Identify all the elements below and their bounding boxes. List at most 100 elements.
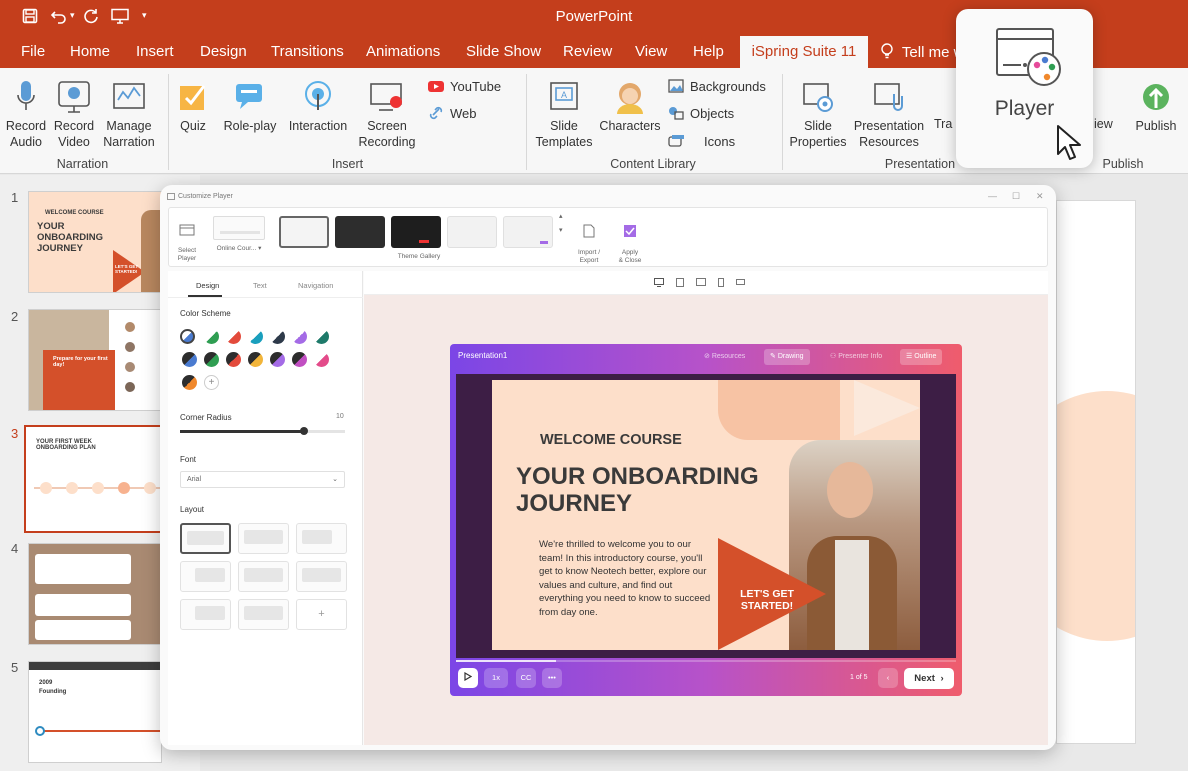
web-button[interactable]: Web [428, 106, 477, 121]
slide-thumbnail-5[interactable]: 2009 Founding [28, 661, 162, 763]
import-export-button[interactable]: Import / Export [569, 216, 609, 265]
tab-navigation[interactable]: Navigation [298, 281, 333, 290]
previous-button[interactable]: ‹ [878, 668, 898, 688]
theme-light-gray[interactable] [447, 216, 497, 248]
slide-canvas[interactable] [1056, 200, 1136, 744]
theme-scroll-down-icon[interactable]: ▾ [559, 226, 563, 234]
tablet-portrait-icon[interactable] [676, 278, 684, 289]
transitions-button[interactable]: Tra [934, 116, 956, 132]
layout-option-selected[interactable] [180, 523, 231, 554]
player-tab-presenter-info[interactable]: ⚇ Presenter Info [824, 349, 888, 365]
player-tab-resources[interactable]: ⊘ Resources [698, 349, 751, 365]
color-scheme-swatch[interactable] [314, 329, 329, 344]
color-scheme-swatch[interactable] [204, 329, 219, 344]
color-scheme-swatch[interactable] [270, 329, 285, 344]
menu-transitions[interactable]: Transitions [271, 43, 344, 60]
quiz-button[interactable]: Quiz [174, 80, 212, 134]
menu-ispring-suite[interactable]: iSpring Suite 11 [740, 36, 868, 68]
interaction-button[interactable]: Interaction [286, 80, 350, 134]
characters-button[interactable]: Characters [598, 80, 662, 134]
youtube-button[interactable]: YouTube [428, 79, 501, 94]
slide-thumbnail-3-selected[interactable]: YOUR FIRST WEEK ONBOARDING PLAN [24, 425, 162, 533]
apply-close-button[interactable]: Apply & Close [613, 216, 647, 265]
color-scheme-swatch[interactable] [314, 352, 329, 367]
icons-button[interactable]: Icons [668, 134, 735, 149]
color-scheme-swatch[interactable] [226, 329, 241, 344]
color-scheme-swatch[interactable] [270, 352, 285, 367]
color-scheme-swatch[interactable] [248, 329, 263, 344]
menu-help[interactable]: Help [693, 43, 724, 60]
desktop-view-icon[interactable] [654, 278, 664, 289]
record-audio-button[interactable]: Record Audio [4, 80, 48, 150]
layout-option[interactable] [238, 523, 289, 554]
minimize-icon[interactable]: — [988, 191, 997, 201]
menu-home[interactable]: Home [70, 43, 110, 60]
layout-option[interactable] [296, 523, 347, 554]
color-scheme-swatch[interactable] [182, 375, 197, 390]
objects-button[interactable]: Objects [668, 106, 734, 121]
maximize-icon[interactable]: ☐ [1012, 191, 1020, 202]
menu-animations[interactable]: Animations [366, 43, 440, 60]
theme-light-purple[interactable] [503, 216, 553, 248]
layout-option[interactable] [238, 561, 289, 592]
record-video-button[interactable]: Record Video [52, 80, 96, 150]
player-progress-track[interactable] [456, 660, 956, 662]
select-player-button[interactable]: Select Player [173, 216, 201, 263]
add-color-scheme-button[interactable]: + [204, 375, 219, 390]
slide-cta[interactable]: LET'S GET STARTED! [732, 588, 802, 612]
captions-button[interactable]: CC [516, 668, 536, 688]
manage-narration-button[interactable]: Manage Narration [102, 80, 156, 150]
theme-scroll-up-icon[interactable]: ▴ [559, 212, 563, 220]
layout-option[interactable] [180, 561, 231, 592]
play-button[interactable] [458, 668, 478, 688]
menu-insert[interactable]: Insert [136, 43, 174, 60]
add-layout-button[interactable]: + [296, 599, 347, 630]
color-scheme-swatch[interactable] [292, 352, 307, 367]
tell-me-search[interactable]: Tell me w [880, 43, 964, 61]
phone-landscape-icon[interactable] [736, 278, 745, 287]
color-scheme-swatch[interactable] [292, 329, 307, 344]
player-tab-outline[interactable]: ☰ Outline [900, 349, 943, 365]
layout-option[interactable] [296, 561, 347, 592]
theme-dark-red[interactable] [391, 216, 441, 248]
tablet-landscape-icon[interactable] [696, 278, 706, 288]
slide-properties-button[interactable]: Slide Properties [788, 80, 848, 150]
screen-recording-button[interactable]: Screen Recording [356, 80, 418, 150]
menu-view[interactable]: View [635, 43, 667, 60]
close-icon[interactable]: ✕ [1036, 191, 1044, 202]
phone-portrait-icon[interactable] [718, 278, 724, 289]
corner-radius-slider-handle[interactable] [299, 427, 308, 435]
color-scheme-swatch[interactable] [204, 352, 219, 367]
layout-option[interactable] [180, 599, 231, 630]
player-preview[interactable] [213, 216, 265, 240]
font-select[interactable]: Arial ⌄ [180, 471, 345, 488]
menu-design[interactable]: Design [200, 43, 247, 60]
theme-dark[interactable] [335, 216, 385, 248]
tab-text[interactable]: Text [253, 281, 267, 290]
slide-thumbnail-1[interactable]: WELCOME COURSE YOUR ONBOARDING JOURNEY L… [28, 191, 162, 293]
tab-design[interactable]: Design [196, 281, 219, 290]
preview-button[interactable]: iew [1094, 116, 1118, 132]
presentation-resources-button[interactable]: Presentation Resources [852, 80, 926, 150]
color-scheme-swatch[interactable] [226, 352, 241, 367]
slide-thumbnail-2[interactable]: Prepare for your first day! [28, 309, 162, 411]
publish-button[interactable]: Publish [1133, 80, 1179, 134]
color-scheme-swatch-selected[interactable] [180, 329, 195, 344]
roleplay-button[interactable]: Role-play [220, 80, 280, 134]
slide-templates-button[interactable]: A Slide Templates [534, 80, 594, 150]
color-scheme-swatch[interactable] [248, 352, 263, 367]
more-options-button[interactable]: ••• [542, 668, 562, 688]
corner-radius-slider[interactable] [180, 427, 345, 435]
menu-file[interactable]: File [21, 43, 45, 60]
backgrounds-button[interactable]: Backgrounds [668, 79, 766, 94]
menu-review[interactable]: Review [563, 43, 612, 60]
next-button[interactable]: Next › [904, 668, 954, 689]
layout-option[interactable] [238, 599, 289, 630]
player-name-dropdown[interactable]: Online Cour... ▾ [209, 244, 269, 252]
color-scheme-swatch[interactable] [182, 352, 197, 367]
playback-speed-button[interactable]: 1x [484, 668, 508, 688]
theme-light-selected[interactable] [279, 216, 329, 248]
menu-slide-show[interactable]: Slide Show [466, 43, 541, 60]
slide-thumbnail-4[interactable] [28, 543, 162, 645]
player-tab-drawing[interactable]: ✎ Drawing [764, 349, 810, 365]
